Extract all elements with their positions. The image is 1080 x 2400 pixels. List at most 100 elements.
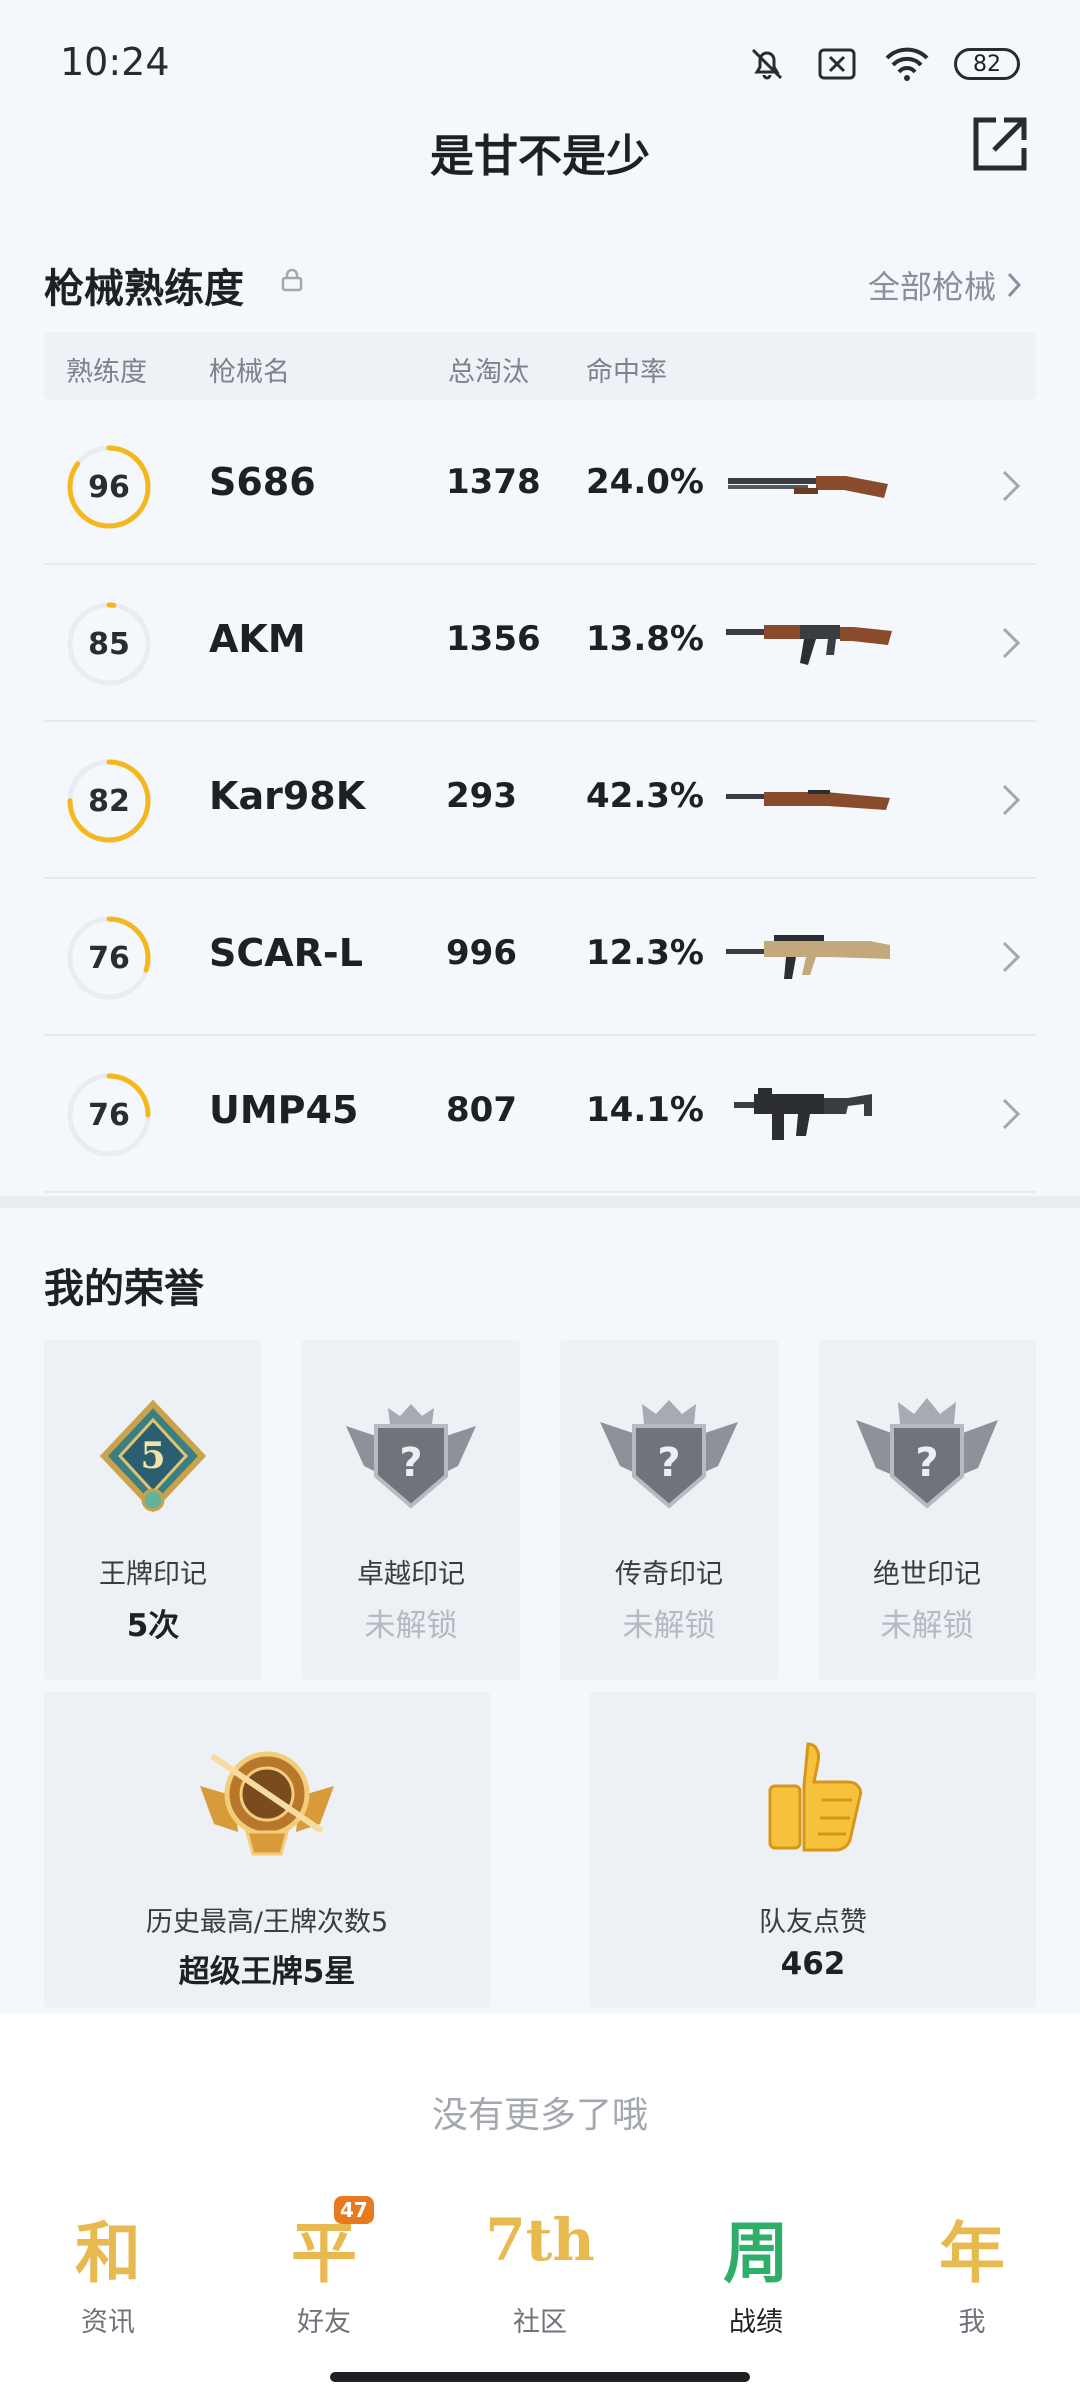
highest-rank-card[interactable]: 历史最高/王牌次数5 超级王牌5星	[44, 1692, 490, 2008]
weapon-name: Kar98K	[209, 774, 366, 818]
teammate-likes-value: 462	[780, 1946, 846, 1982]
mastery-level: 76	[88, 940, 130, 976]
section-divider	[0, 1196, 1080, 1208]
teammate-likes-card[interactable]: 队友点赞 462	[590, 1692, 1036, 2008]
honor-value: 未解锁	[622, 1608, 716, 1644]
honor-label: 王牌印记	[99, 1559, 207, 1590]
tab-records[interactable]: 周 战绩	[648, 2200, 864, 2350]
mute-bell-icon	[744, 44, 790, 84]
mastery-ring: 85	[64, 599, 154, 689]
ace-mark-badge-icon: 5	[99, 1400, 207, 1513]
mastery-ring: 96	[64, 442, 154, 532]
locked-crest-icon: ?	[600, 1400, 738, 1509]
honor-value: 未解锁	[880, 1608, 974, 1644]
friends-count-badge: 47	[334, 2196, 374, 2224]
page-title: 是甘不是少	[430, 131, 650, 182]
col-total-kills: 总淘汰	[448, 357, 529, 388]
tab-friends[interactable]: 平 47 好友	[216, 2196, 432, 2350]
weapon-table-header: 熟练度 枪械名 总淘汰 命中率	[44, 332, 1036, 400]
weapon-hit-rate: 13.8%	[586, 619, 704, 659]
weapon-kills: 1356	[446, 619, 541, 659]
peerless-badge-mark: ?	[915, 1440, 938, 1486]
home-indicator[interactable]	[330, 2372, 750, 2382]
highest-rank-value: 超级王牌5星	[178, 1954, 356, 1990]
legend-badge-mark: ?	[657, 1440, 680, 1486]
sniper-rifle-icon	[724, 762, 894, 840]
chevron-right-icon	[1002, 1098, 1021, 1130]
status-time: 10:24	[60, 40, 170, 84]
locked-crest-icon: ?	[856, 1398, 998, 1509]
share-icon[interactable]	[968, 112, 1032, 176]
mastery-ring: 82	[64, 756, 154, 846]
chevron-right-icon	[1002, 784, 1021, 816]
weapon-kills: 1378	[446, 462, 541, 502]
all-weapons-link[interactable]: 全部枪械	[868, 262, 1022, 308]
shotgun-icon	[724, 448, 894, 526]
tab-label: 好友	[297, 2307, 351, 2338]
weapon-hit-rate: 14.1%	[586, 1090, 704, 1130]
locked-crest-icon: ?	[346, 1404, 476, 1509]
lock-icon	[280, 268, 304, 292]
highest-rank-label: 历史最高/王牌次数5	[145, 1907, 389, 1938]
honor-label: 卓越印记	[357, 1559, 465, 1590]
tab-me[interactable]: 年 我	[864, 2200, 1080, 2350]
tab-label: 社区	[513, 2307, 567, 2338]
weapon-kills: 807	[446, 1090, 517, 1130]
weapon-name: S686	[209, 460, 316, 504]
battery-icon: 82	[954, 48, 1020, 80]
thumbs-up-icon	[768, 1742, 862, 1852]
news-tab-icon: 和	[75, 2214, 141, 2292]
honor-value: 未解锁	[364, 1608, 458, 1644]
weapon-row[interactable]: 76 UMP45 807 14.1%	[44, 1036, 1036, 1193]
assault-rifle-icon	[724, 605, 894, 683]
weapon-kills: 996	[446, 933, 517, 973]
friends-tab-icon: 平	[291, 2214, 357, 2292]
weapon-name: UMP45	[209, 1088, 359, 1132]
mastery-ring: 76	[64, 913, 154, 1003]
chevron-right-icon	[1007, 272, 1022, 298]
honor-card-ace[interactable]: 5 王牌印记 5次	[44, 1340, 262, 1680]
mastery-level: 96	[88, 469, 130, 505]
bottom-tab-bar: 和 资讯 平 47 好友 7th 社区 周 战绩 年 我	[0, 2196, 1080, 2350]
col-hit-rate: 命中率	[586, 357, 667, 388]
tab-news[interactable]: 和 资讯	[0, 2200, 216, 2350]
honor-label: 绝世印记	[873, 1559, 981, 1590]
col-weapon-name: 枪械名	[209, 357, 290, 388]
scar-rifle-icon	[724, 919, 894, 997]
honor-card-peerless[interactable]: ? 绝世印记 未解锁	[818, 1340, 1036, 1680]
weapon-hit-rate: 12.3%	[586, 933, 704, 973]
mastery-level: 85	[88, 626, 130, 662]
chevron-right-icon	[1002, 627, 1021, 659]
wifi-icon	[884, 44, 930, 84]
weapon-row[interactable]: 85 AKM 1356 13.8%	[44, 565, 1036, 722]
mastery-ring: 76	[64, 1070, 154, 1160]
chevron-right-icon	[1002, 941, 1021, 973]
page-header: 是甘不是少	[0, 110, 1080, 230]
status-bar: 10:24 82	[0, 0, 1080, 128]
weapon-hit-rate: 24.0%	[586, 462, 704, 502]
no-more-text: 没有更多了哦	[431, 2095, 648, 2136]
weapon-section-title: 枪械熟练度	[44, 266, 244, 312]
ace-badge-number: 5	[140, 1435, 165, 1477]
all-weapons-label: 全部枪械	[867, 268, 996, 306]
weapon-hit-rate: 42.3%	[586, 776, 704, 816]
honor-section-title: 我的荣誉	[44, 1266, 204, 1312]
honor-card-legend[interactable]: ? 传奇印记 未解锁	[560, 1340, 778, 1680]
honor-value: 5次	[126, 1608, 180, 1644]
mastery-level: 76	[88, 1097, 130, 1133]
sim-disabled-icon	[814, 44, 860, 84]
excellent-badge-mark: ?	[399, 1440, 422, 1486]
weapon-row[interactable]: 82 Kar98K 293 42.3%	[44, 722, 1036, 879]
tab-community[interactable]: 7th 社区	[432, 2200, 648, 2350]
tab-label: 我	[958, 2307, 986, 2338]
honor-card-excellent[interactable]: ? 卓越印记 未解锁	[302, 1340, 520, 1680]
weapon-name: AKM	[209, 617, 306, 661]
weapon-row[interactable]: 96 S686 1378 24.0%	[44, 408, 1036, 565]
smg-icon	[724, 1076, 894, 1154]
me-tab-icon: 年	[939, 2214, 1005, 2292]
super-ace-rank-icon	[200, 1751, 334, 1856]
chevron-right-icon	[1002, 470, 1021, 502]
weapon-row[interactable]: 76 SCAR-L 996 12.3%	[44, 879, 1036, 1036]
records-tab-icon: 周	[723, 2214, 789, 2292]
weapon-kills: 293	[446, 776, 517, 816]
